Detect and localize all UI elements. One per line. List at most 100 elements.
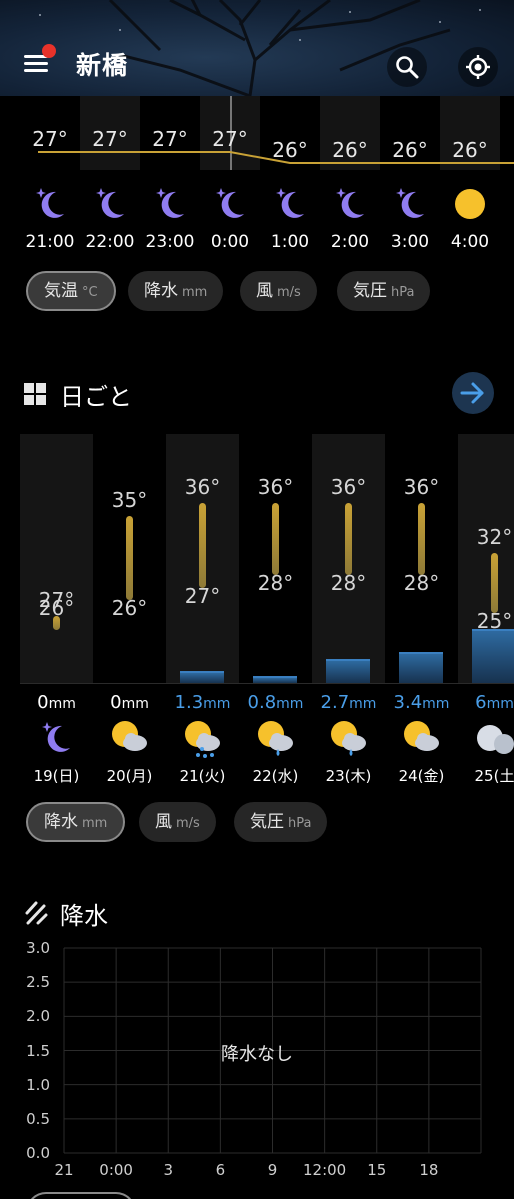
tab-label: 気圧 — [250, 812, 284, 832]
day-precip-value: 0 — [37, 692, 49, 713]
day-high-temp: 36° — [257, 475, 294, 499]
moon-stars-icon — [36, 188, 64, 218]
tab-c[interactable]: 気温 °C — [26, 271, 116, 311]
x-tick-label: 6 — [215, 1161, 226, 1179]
y-tick-label: 1.0 — [26, 1075, 50, 1094]
daily-section-title: 日ごと — [60, 383, 132, 411]
day-precip-unit: mm — [121, 696, 149, 712]
temp-range-bar — [126, 515, 133, 600]
y-tick-label: 0.5 — [26, 1109, 50, 1128]
hour-temp: 27° — [152, 127, 188, 151]
y-tick-label: 2.5 — [26, 973, 50, 992]
tab-mm[interactable]: 降水 mm — [26, 802, 126, 842]
day-date: 19(日) — [33, 767, 80, 785]
day-date: 20(月) — [106, 767, 153, 785]
day-high-temp: 35° — [111, 487, 148, 512]
moon-stars-icon — [156, 188, 184, 218]
temp-range-bar — [491, 553, 498, 613]
precip-bar — [326, 658, 370, 683]
precip-bar — [253, 675, 297, 683]
sun-cloud-drop-icon — [331, 721, 366, 756]
day-precip: 2.7mm — [312, 692, 385, 713]
tab-unit: mm — [82, 816, 108, 831]
hour-time: 23:00 — [145, 232, 195, 252]
rain-icon — [25, 901, 48, 925]
hour-temp: 26° — [452, 138, 488, 162]
day-precip-value: 0 — [110, 692, 122, 713]
hour-time: 3:00 — [390, 232, 430, 252]
city-name: 新橋 — [76, 51, 129, 80]
day-precip-value: 2.7 — [320, 692, 350, 713]
header: 新橋 — [0, 0, 514, 96]
day-precip-value: 1.3 — [174, 692, 204, 713]
hour-temp: 27° — [32, 127, 68, 151]
tab-ms[interactable]: 風 m/s — [240, 271, 317, 311]
hour-temp: 27° — [212, 127, 248, 151]
day-precip-unit: mm — [486, 696, 514, 712]
tab-hpa[interactable]: 気圧 hPa — [337, 271, 431, 311]
tab-unit: hPa — [288, 816, 312, 831]
hour-temp: 26° — [332, 138, 368, 162]
locate-icon — [466, 55, 490, 79]
x-tick-label: 3 — [163, 1161, 174, 1179]
temp-range-bar — [418, 503, 425, 575]
tab-label: 風 — [155, 812, 172, 832]
day-low-temp: 28° — [257, 571, 294, 595]
tab-label: 気圧 — [353, 281, 387, 301]
hour-time: 22:00 — [85, 232, 135, 252]
moon-stars-icon — [42, 722, 70, 752]
day-precip: 0mm — [93, 692, 166, 713]
moon-stars-icon — [276, 188, 304, 218]
sun-cloud-icon — [404, 721, 439, 751]
day-precip: 1.3mm — [166, 692, 239, 713]
rain-section-title: 降水 — [60, 902, 108, 930]
hour-time: 1:00 — [270, 232, 310, 252]
daily-baseline — [20, 683, 514, 684]
day-precip-unit: mm — [349, 696, 377, 712]
day-low-temp: 27° — [184, 583, 221, 608]
x-tick-label: 21 — [54, 1161, 74, 1179]
locate-button[interactable] — [458, 47, 498, 87]
moon-stars-icon — [96, 188, 124, 218]
no-precipitation-label: 降水なし — [221, 1044, 293, 1065]
day-low-temp: 28° — [330, 571, 367, 595]
tab-mm[interactable]: 降水 mm — [128, 271, 224, 311]
temp-range-bar — [272, 503, 279, 575]
next-tab-pill[interactable] — [26, 1192, 136, 1199]
day-column[interactable] — [20, 434, 93, 684]
tab-unit: mm — [182, 285, 208, 300]
search-button[interactable] — [387, 47, 427, 87]
day-low-temp: 28° — [403, 571, 440, 595]
temp-range-bar — [345, 503, 352, 575]
day-low-temp: 25° — [476, 608, 513, 633]
hour-time: 4:00 — [450, 232, 490, 252]
tab-label: 風 — [256, 281, 273, 301]
x-tick-label: 18 — [419, 1161, 439, 1179]
sun-cloud-rain-icon — [185, 721, 220, 758]
cloud-icon — [477, 725, 514, 754]
tab-hpa[interactable]: 気圧 hPa — [234, 802, 328, 842]
y-tick-label: 1.5 — [26, 1041, 50, 1060]
tab-unit: hPa — [391, 285, 415, 300]
notification-dot — [42, 44, 56, 58]
x-tick-label: 15 — [367, 1161, 387, 1179]
day-precip-unit: mm — [422, 696, 450, 712]
tab-label: 気温 — [44, 281, 78, 301]
precip-bar — [399, 652, 443, 683]
tab-ms[interactable]: 風 m/s — [139, 802, 216, 842]
x-tick-label: 9 — [267, 1161, 278, 1179]
day-date: 21(火) — [179, 767, 226, 785]
tab-unit: °C — [82, 285, 98, 300]
day-precip: 0mm — [20, 692, 93, 713]
hour-time: 0:00 — [210, 232, 250, 252]
moon-stars-icon — [336, 188, 364, 218]
tab-label: 降水 — [144, 281, 178, 301]
y-tick-label: 3.0 — [26, 939, 50, 957]
y-tick-label: 2.0 — [26, 1007, 50, 1026]
day-high-temp: 36° — [403, 475, 440, 499]
daily-more-button[interactable] — [452, 372, 494, 414]
day-high-temp: 36° — [184, 475, 221, 499]
day-precip: 0.8mm — [239, 692, 312, 713]
sun-cloud-drop-icon — [258, 721, 293, 756]
hour-temp: 27° — [92, 127, 128, 151]
